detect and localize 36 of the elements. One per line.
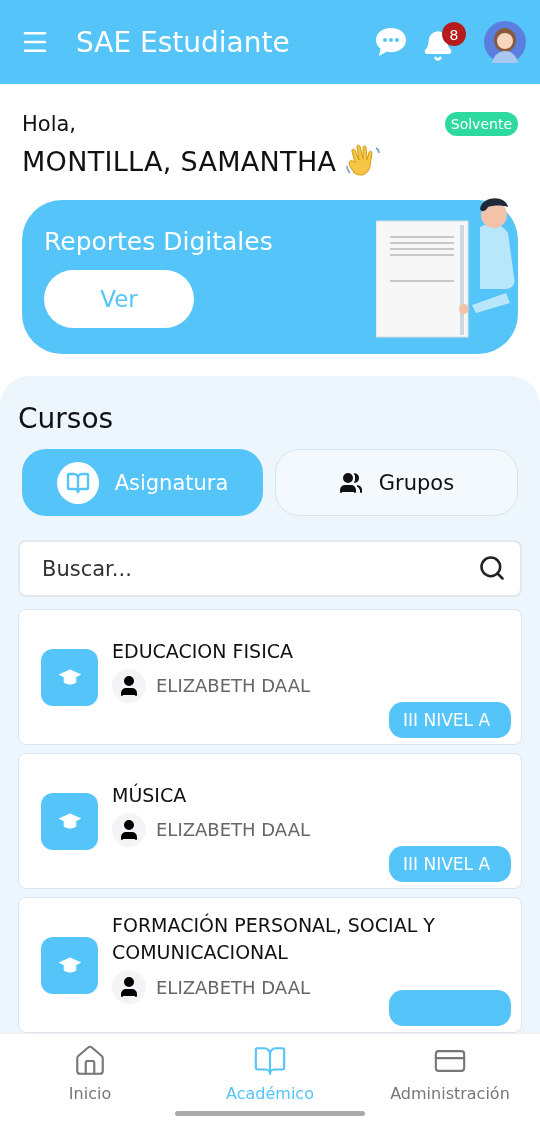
nav-tab[interactable]: Inicio: [0, 1034, 180, 1124]
search-field[interactable]: Buscar...: [18, 540, 522, 597]
status-badge: Solvente: [444, 112, 518, 136]
graduation-cap-icon: [41, 648, 98, 706]
section-title: Cursos: [18, 402, 115, 435]
avatar[interactable]: [484, 21, 526, 63]
app-title: SAE Estudiante: [76, 25, 291, 59]
teacher-name: ELIZABETH DAAL: [156, 819, 311, 840]
person-icon: [112, 970, 146, 1004]
chat-button[interactable]: [374, 26, 408, 58]
teacher-name: ELIZABETH DAAL: [156, 976, 311, 998]
person-icon: [112, 668, 146, 703]
course-card[interactable]: MÚSICA ELIZABETH DAAL III NIVEL A: [18, 753, 522, 889]
course-name: MÚSICA: [112, 782, 188, 808]
course-name: FORMACIÓN PERSONAL, SOCIAL Y COMUNICACIONAL: [112, 912, 436, 965]
level-badge: III NIVEL A: [389, 846, 511, 882]
course-card[interactable]: EDUCACION FISICA ELIZABETH DAAL III NIVEL A: [18, 609, 522, 745]
home-icon: [73, 1044, 107, 1078]
filter-tab[interactable]: Grupos: [275, 449, 518, 516]
student-name: MONTILLA, SAMANTHA: [22, 145, 337, 177]
level-badge: III NIVEL A: [389, 702, 511, 738]
banner-title: Reportes Digitales: [44, 226, 274, 256]
book-icon: [65, 470, 90, 495]
notifications-button[interactable]: 8: [422, 22, 466, 62]
greeting-text: Hola,: [22, 112, 77, 136]
course-name: EDUCACION FISICA: [112, 638, 294, 664]
nav-tab[interactable]: Administración: [360, 1034, 540, 1124]
graduation-cap-icon: [41, 792, 98, 850]
group-icon: [338, 470, 363, 495]
search-icon: [478, 554, 506, 582]
notification-count: 8: [442, 22, 466, 46]
teacher-name: ELIZABETH DAAL: [156, 675, 311, 696]
book-icon: [253, 1044, 287, 1078]
graduation-cap-icon: [41, 936, 98, 994]
course-card[interactable]: FORMACIÓN PERSONAL, SOCIAL Y COMUNICACIONAL ELIZABETH DAAL: [18, 897, 522, 1033]
person-icon: [112, 812, 146, 847]
